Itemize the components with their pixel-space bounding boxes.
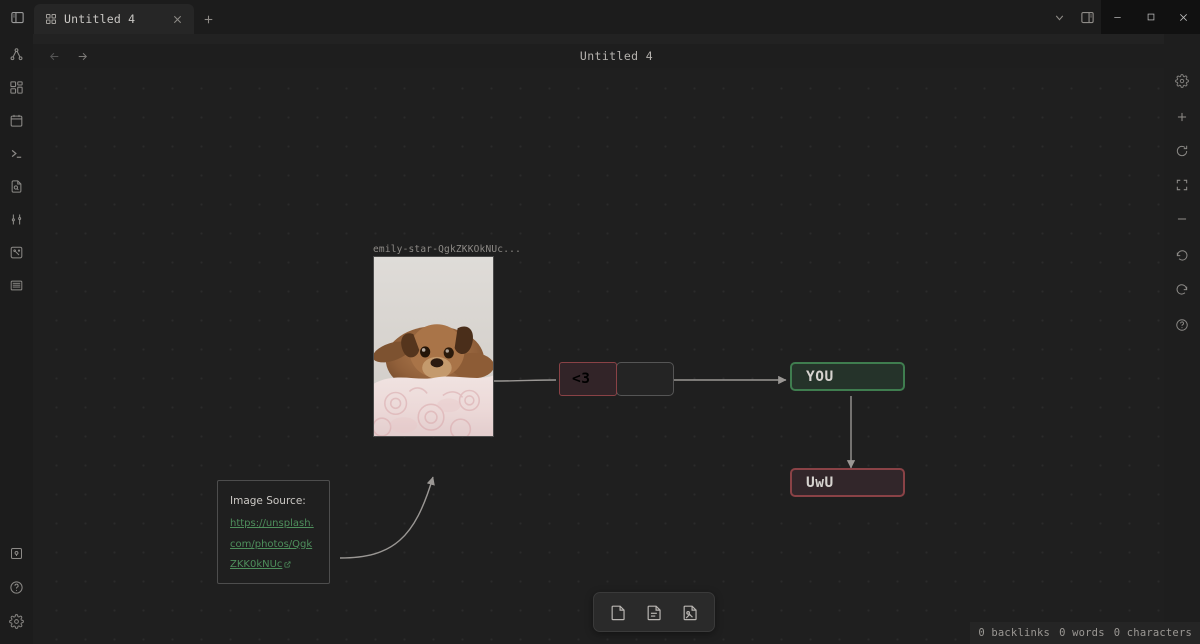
image-source-link[interactable]: https://unsplash.com/photos/QgkZKK0kNUc <box>230 518 314 570</box>
titlebar-right <box>1045 0 1200 34</box>
canvas-right-toolbar <box>1164 34 1200 644</box>
nav-arrows <box>43 45 93 67</box>
gear-icon[interactable] <box>4 609 29 634</box>
sketch-icon[interactable] <box>4 240 29 265</box>
title-bar: Untitled 4 <box>0 0 1200 34</box>
status-words: 0 words <box>1059 627 1105 639</box>
tab-strip: Untitled 4 <box>34 0 222 34</box>
image-node-label: emily-star-QgkZKKOkNUc... <box>373 244 521 255</box>
sidebar-left-icon[interactable] <box>0 0 34 34</box>
vault-icon[interactable] <box>4 541 29 566</box>
maximize-icon[interactable] <box>1134 0 1167 34</box>
redo-icon[interactable] <box>1169 276 1195 302</box>
app-body: Untitled 4 <box>0 34 1200 644</box>
canvas-node-empty[interactable] <box>616 362 674 396</box>
minimize-icon[interactable] <box>1101 0 1134 34</box>
puppy-photo <box>374 257 493 436</box>
ribbon-bottom-group <box>4 541 29 644</box>
arrow-left-icon[interactable] <box>43 45 65 67</box>
canvas-node-you[interactable]: YOU <box>790 362 905 391</box>
close-icon[interactable] <box>168 10 186 28</box>
toolbar-group-help <box>1169 312 1195 338</box>
status-backlinks: 0 backlinks <box>978 627 1050 639</box>
canvas-node-heart-label: <3 <box>560 371 590 387</box>
lines-icon[interactable] <box>4 273 29 298</box>
help-icon[interactable] <box>4 575 29 600</box>
toolbar-group-zoom <box>1169 104 1195 232</box>
close-icon[interactable] <box>1167 0 1200 34</box>
tab-label: Untitled 4 <box>64 12 161 26</box>
canvas-node-heart[interactable]: <3 <box>559 362 617 396</box>
graph-icon[interactable] <box>4 42 29 67</box>
main-view: Untitled 4 <box>33 34 1200 644</box>
canvas-nodes: emily-star-QgkZKKOkNUc... <box>33 68 1200 644</box>
arrow-right-icon[interactable] <box>71 45 93 67</box>
window-controls <box>1101 0 1200 34</box>
left-ribbon <box>0 34 33 644</box>
sliders-icon[interactable] <box>4 207 29 232</box>
blank-card-icon[interactable] <box>603 597 633 627</box>
undo-icon[interactable] <box>1169 242 1195 268</box>
view-header: Untitled 4 <box>33 44 1200 68</box>
terminal-icon[interactable] <box>4 141 29 166</box>
canvas-node-uwu-label: UwU <box>792 475 834 491</box>
fit-icon[interactable] <box>1169 172 1195 198</box>
calendar-icon[interactable] <box>4 108 29 133</box>
canvas-text-card[interactable]: Image Source: https://unsplash.com/photo… <box>217 480 330 584</box>
status-bar: 0 backlinks 0 words 0 characters <box>970 622 1200 644</box>
chevron-down-icon[interactable] <box>1045 0 1073 34</box>
image-node[interactable] <box>373 256 494 437</box>
gear-icon[interactable] <box>1169 68 1195 94</box>
toolbar-group-history <box>1169 242 1195 302</box>
plus-icon[interactable] <box>194 4 222 34</box>
text-card-title: Image Source: <box>230 495 317 507</box>
card-insert-toolbar <box>593 592 715 632</box>
file-search-icon[interactable] <box>4 174 29 199</box>
help-icon[interactable] <box>1169 312 1195 338</box>
canvas-area[interactable]: emily-star-QgkZKKOkNUc... <box>33 68 1200 644</box>
tab-untitled-4[interactable]: Untitled 4 <box>34 4 194 34</box>
page-title: Untitled 4 <box>33 49 1200 63</box>
image-card-icon[interactable] <box>675 597 705 627</box>
refresh-icon[interactable] <box>1169 138 1195 164</box>
sidebar-right-icon[interactable] <box>1073 0 1101 34</box>
canvas-node-uwu[interactable]: UwU <box>790 468 905 497</box>
status-characters: 0 characters <box>1114 627 1192 639</box>
toolbar-group-settings <box>1169 68 1195 94</box>
external-link-icon <box>284 561 291 568</box>
canvas-grid-icon <box>45 13 57 25</box>
note-card-icon[interactable] <box>639 597 669 627</box>
app-window: Untitled 4 <box>0 0 1200 644</box>
plus-icon[interactable] <box>1169 104 1195 130</box>
canvas-node-you-label: YOU <box>792 369 834 385</box>
grid-icon[interactable] <box>4 75 29 100</box>
minus-icon[interactable] <box>1169 206 1195 232</box>
